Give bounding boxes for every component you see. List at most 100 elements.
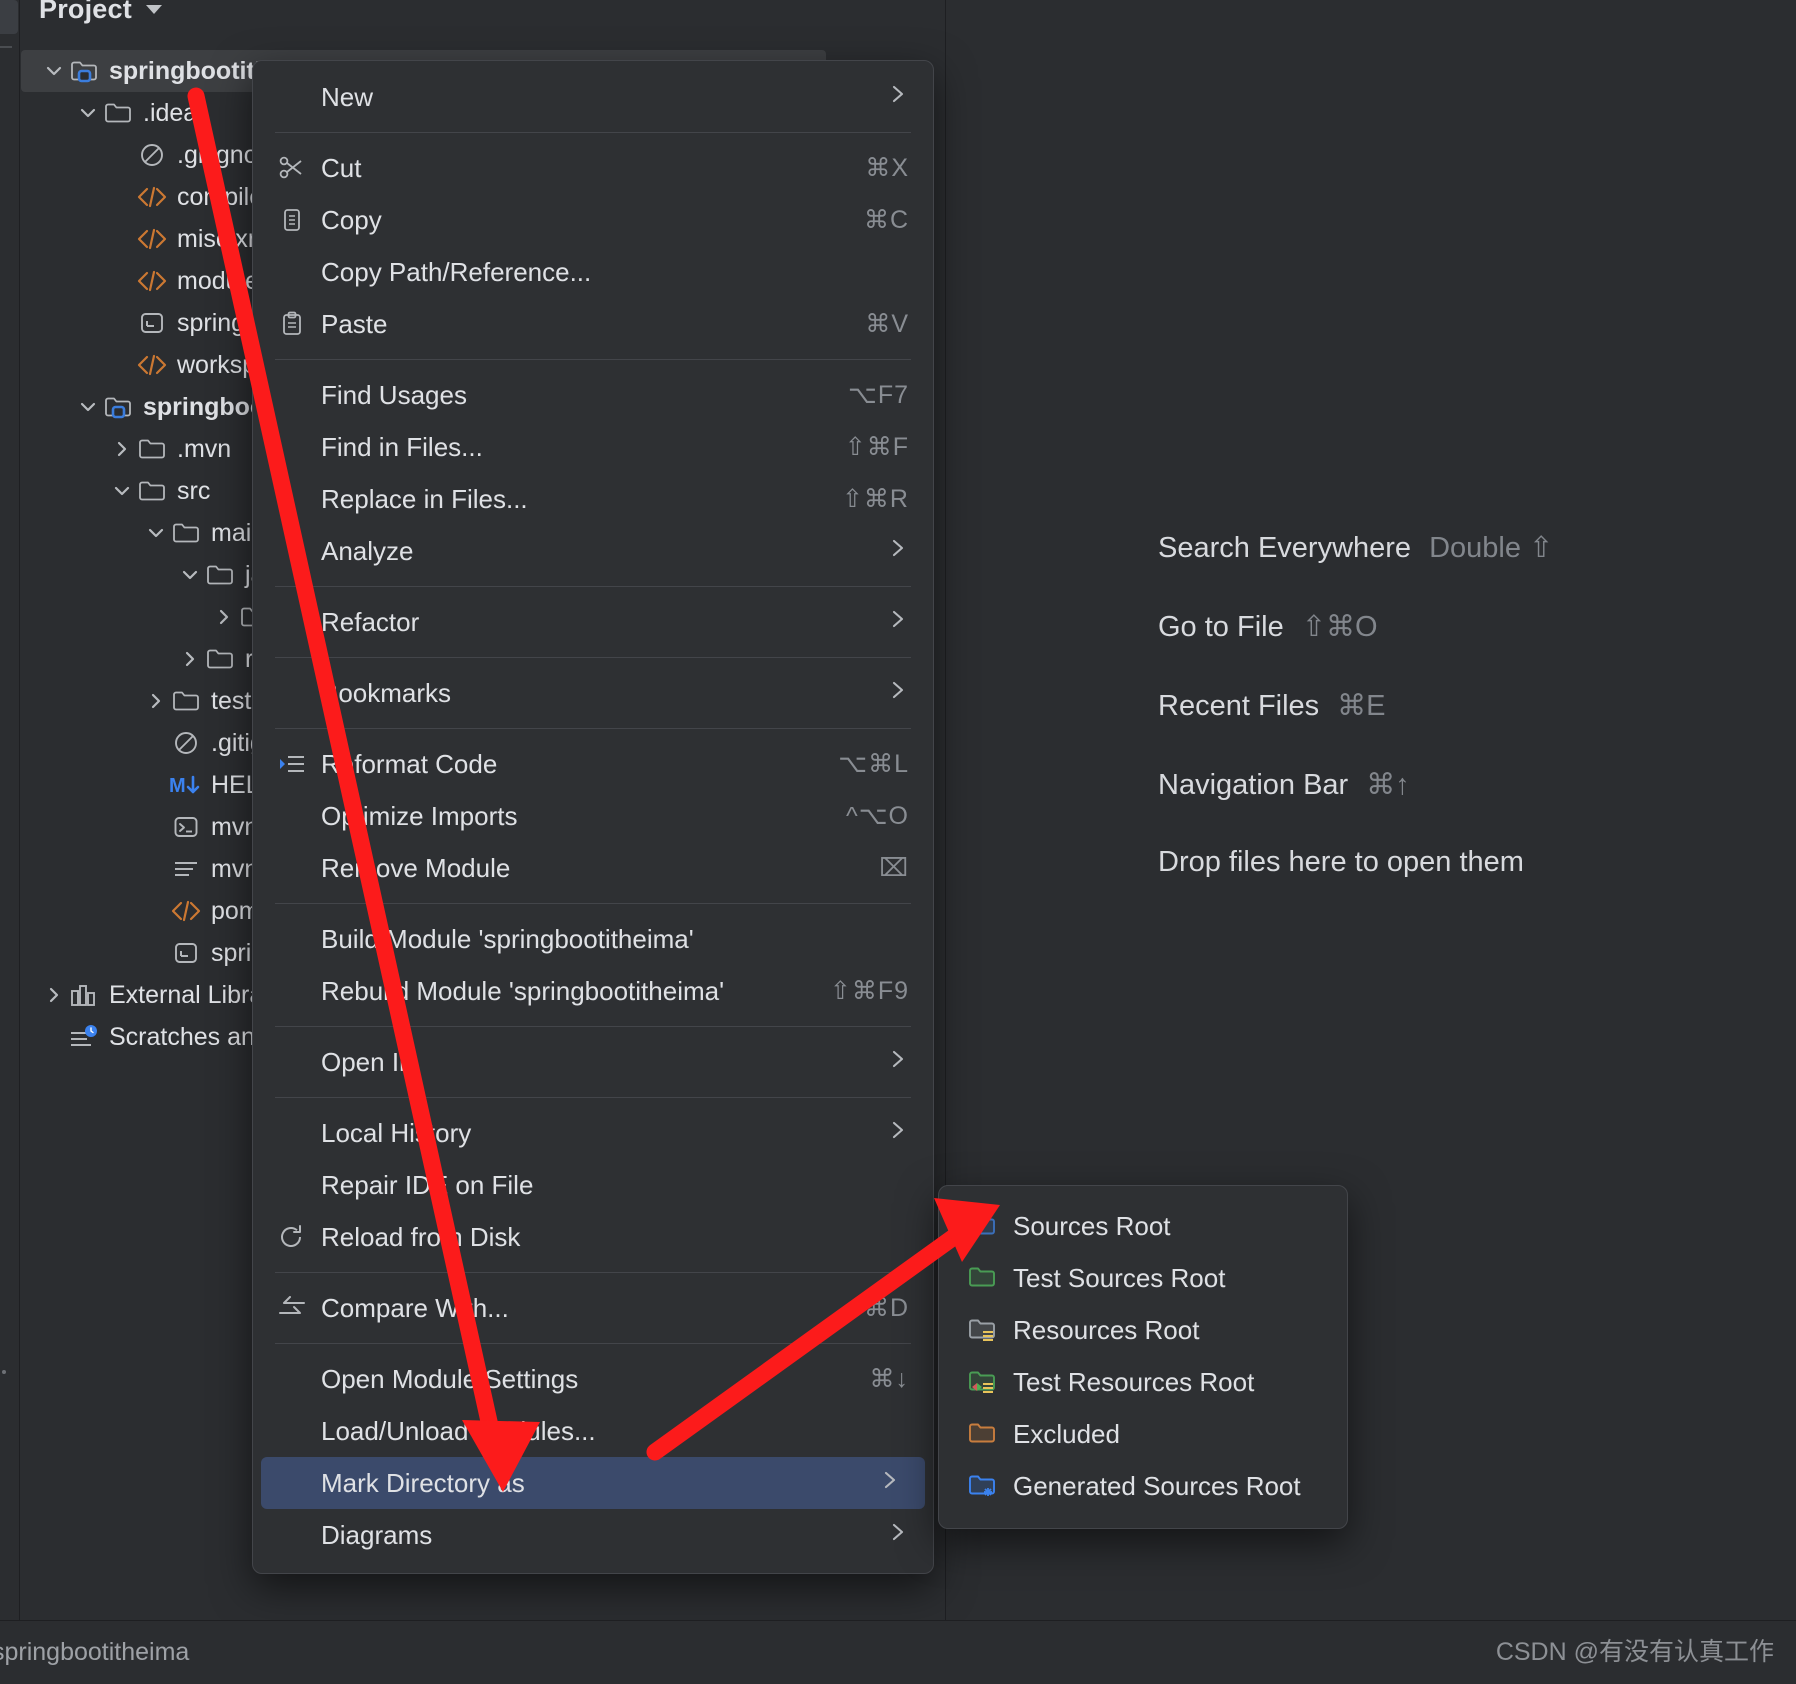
xml-file-icon	[135, 227, 169, 251]
context-menu-item[interactable]: Paste ⌘V	[253, 298, 933, 350]
chevron-right-icon	[889, 1520, 907, 1551]
chevron-down-icon[interactable]	[109, 480, 135, 502]
context-menu-item-label: Local History	[321, 1117, 472, 1148]
submenu-item[interactable]: Resources Root	[939, 1304, 1347, 1356]
editor-hint-row: Go to File ⇧⌘O	[1158, 609, 1553, 644]
ignored-file-icon	[135, 142, 169, 168]
xml-file-icon	[135, 185, 169, 209]
editor-hint-row: Navigation Bar ⌘↑	[1158, 767, 1553, 802]
context-menu-item[interactable]: Diagrams	[253, 1509, 933, 1561]
iml-file-icon	[135, 310, 169, 336]
context-menu-item[interactable]: Copy Path/Reference...	[253, 246, 933, 298]
context-menu-item[interactable]: Open Module Settings ⌘↓	[253, 1353, 933, 1405]
xml-file-icon	[169, 899, 203, 923]
watermark: CSDN @有没有认真工作	[1495, 1638, 1774, 1666]
chevron-down-icon[interactable]	[143, 522, 169, 544]
project-context-menu[interactable]: New Cut ⌘X Copy ⌘C Copy Path/Reference... Past…	[252, 60, 934, 1574]
chevron-right-icon	[889, 678, 907, 709]
context-menu-item-label: Copy Path/Reference...	[321, 256, 592, 287]
context-menu-item[interactable]: Refactor	[253, 596, 933, 648]
editor-hint-label: Navigation Bar	[1158, 769, 1349, 801]
context-menu-item-shortcut: ⌥F7	[848, 381, 909, 409]
folder-icon	[169, 521, 203, 545]
context-menu-item-shortcut: ⌥⌘L	[838, 750, 909, 778]
editor-hint-shortcut: ⌘E	[1337, 690, 1386, 722]
context-menu-item[interactable]: Load/Unload Modules...	[253, 1405, 933, 1457]
folder-icon	[135, 437, 169, 461]
submenu-item-label: Test Resources Root	[1013, 1366, 1255, 1397]
chevron-down-icon[interactable]	[41, 60, 67, 82]
chevron-right-icon[interactable]	[143, 690, 169, 712]
folder-icon	[169, 689, 203, 713]
context-menu-item-label: Reformat Code	[321, 748, 498, 779]
chevron-down-icon[interactable]	[75, 102, 101, 124]
context-menu-item[interactable]: New	[253, 71, 933, 123]
menu-separator	[275, 903, 911, 904]
context-menu-item[interactable]: Reformat Code ⌥⌘L	[253, 738, 933, 790]
editor-hint-shortcut: ⌘↑	[1366, 769, 1410, 801]
chevron-right-icon	[889, 536, 907, 567]
context-menu-item-label: Build Module 'springbootitheima'	[321, 923, 694, 954]
chevron-down-icon[interactable]	[177, 564, 203, 586]
compare-icon	[275, 1296, 309, 1320]
context-menu-item[interactable]: Bookmarks	[253, 667, 933, 719]
editor-hint-label: Recent Files	[1158, 690, 1320, 722]
context-menu-item[interactable]: Rebuild Module 'springbootitheima' ⇧⌘F9	[253, 965, 933, 1017]
chevron-down-icon[interactable]	[145, 4, 162, 14]
context-menu-item-label: Refactor	[321, 606, 420, 637]
tree-node-label: .mvn	[177, 434, 232, 463]
chevron-right-icon[interactable]	[177, 648, 203, 670]
context-menu-item-label: Remove Module	[321, 852, 511, 883]
context-menu-item[interactable]: Remove Module ⌧	[253, 842, 933, 894]
context-menu-item-label: Open Module Settings	[321, 1363, 579, 1394]
editor-hint-shortcut: Double ⇧	[1429, 532, 1554, 564]
editor-hint-label: Go to File	[1158, 611, 1284, 643]
submenu-item[interactable]: Excluded	[939, 1408, 1347, 1460]
context-menu-item[interactable]: Reload from Disk	[253, 1211, 933, 1263]
chevron-right-icon	[889, 82, 907, 113]
editor-hint-row: Recent Files ⌘E	[1158, 688, 1553, 723]
reformat-icon	[275, 752, 309, 776]
context-menu-item[interactable]: Open In	[253, 1036, 933, 1088]
context-menu-item[interactable]: Build Module 'springbootitheima'	[253, 913, 933, 965]
stripe-project-tab[interactable]	[0, 0, 18, 34]
submenu-item[interactable]: Test Resources Root	[939, 1356, 1347, 1408]
submenu-item[interactable]: Generated Sources Root	[939, 1460, 1347, 1512]
chevron-down-icon[interactable]	[75, 396, 101, 418]
stripe-divider	[0, 46, 12, 48]
submenu-item[interactable]: Sources Root	[939, 1200, 1347, 1252]
context-menu-item[interactable]: Repair IDE on File	[253, 1159, 933, 1211]
context-menu-item[interactable]: Compare With... ⌘D	[253, 1282, 933, 1334]
context-menu-item-label: New	[321, 81, 374, 112]
context-menu-item[interactable]: Find in Files... ⇧⌘F	[253, 421, 933, 473]
chevron-right-icon[interactable]	[109, 438, 135, 460]
context-menu-item[interactable]: Replace in Files... ⇧⌘R	[253, 473, 933, 525]
context-menu-item[interactable]: Optimize Imports ^⌥O	[253, 790, 933, 842]
chevron-right-icon[interactable]	[41, 984, 67, 1006]
context-menu-item[interactable]: Find Usages ⌥F7	[253, 369, 933, 421]
context-menu-item[interactable]: Analyze	[253, 525, 933, 577]
editor-hint-row: Search Everywhere Double ⇧	[1158, 530, 1553, 565]
context-menu-item-label: Find Usages	[321, 379, 467, 410]
chevron-right-icon	[889, 1047, 907, 1078]
submenu-item-label: Test Sources Root	[1013, 1262, 1226, 1293]
editor-hint-label: Search Everywhere	[1158, 532, 1412, 564]
menu-separator	[275, 1343, 911, 1344]
iml-file-icon	[169, 940, 203, 966]
editor-hint-row: Drop files here to open them	[1158, 846, 1553, 879]
menu-separator	[275, 1272, 911, 1273]
context-menu-item[interactable]: Mark Directory as	[261, 1457, 925, 1509]
context-menu-item-label: Rebuild Module 'springbootitheima'	[321, 975, 725, 1006]
chevron-right-icon[interactable]	[211, 606, 237, 628]
context-menu-item[interactable]: Local History	[253, 1107, 933, 1159]
submenu-item[interactable]: Test Sources Root	[939, 1252, 1347, 1304]
menu-separator	[275, 1097, 911, 1098]
context-menu-item[interactable]: Copy ⌘C	[253, 194, 933, 246]
context-menu-item-label: Replace in Files...	[321, 483, 528, 514]
mark-directory-as-submenu[interactable]: Sources Root Test Sources Root Resources R…	[938, 1185, 1348, 1529]
context-menu-item[interactable]: Cut ⌘X	[253, 142, 933, 194]
context-menu-item-label: Copy	[321, 204, 382, 235]
context-menu-item-shortcut: ⇧⌘F	[844, 433, 909, 461]
stripe-indicator-dot	[2, 1370, 6, 1374]
markdown-file-icon: M	[169, 773, 203, 797]
